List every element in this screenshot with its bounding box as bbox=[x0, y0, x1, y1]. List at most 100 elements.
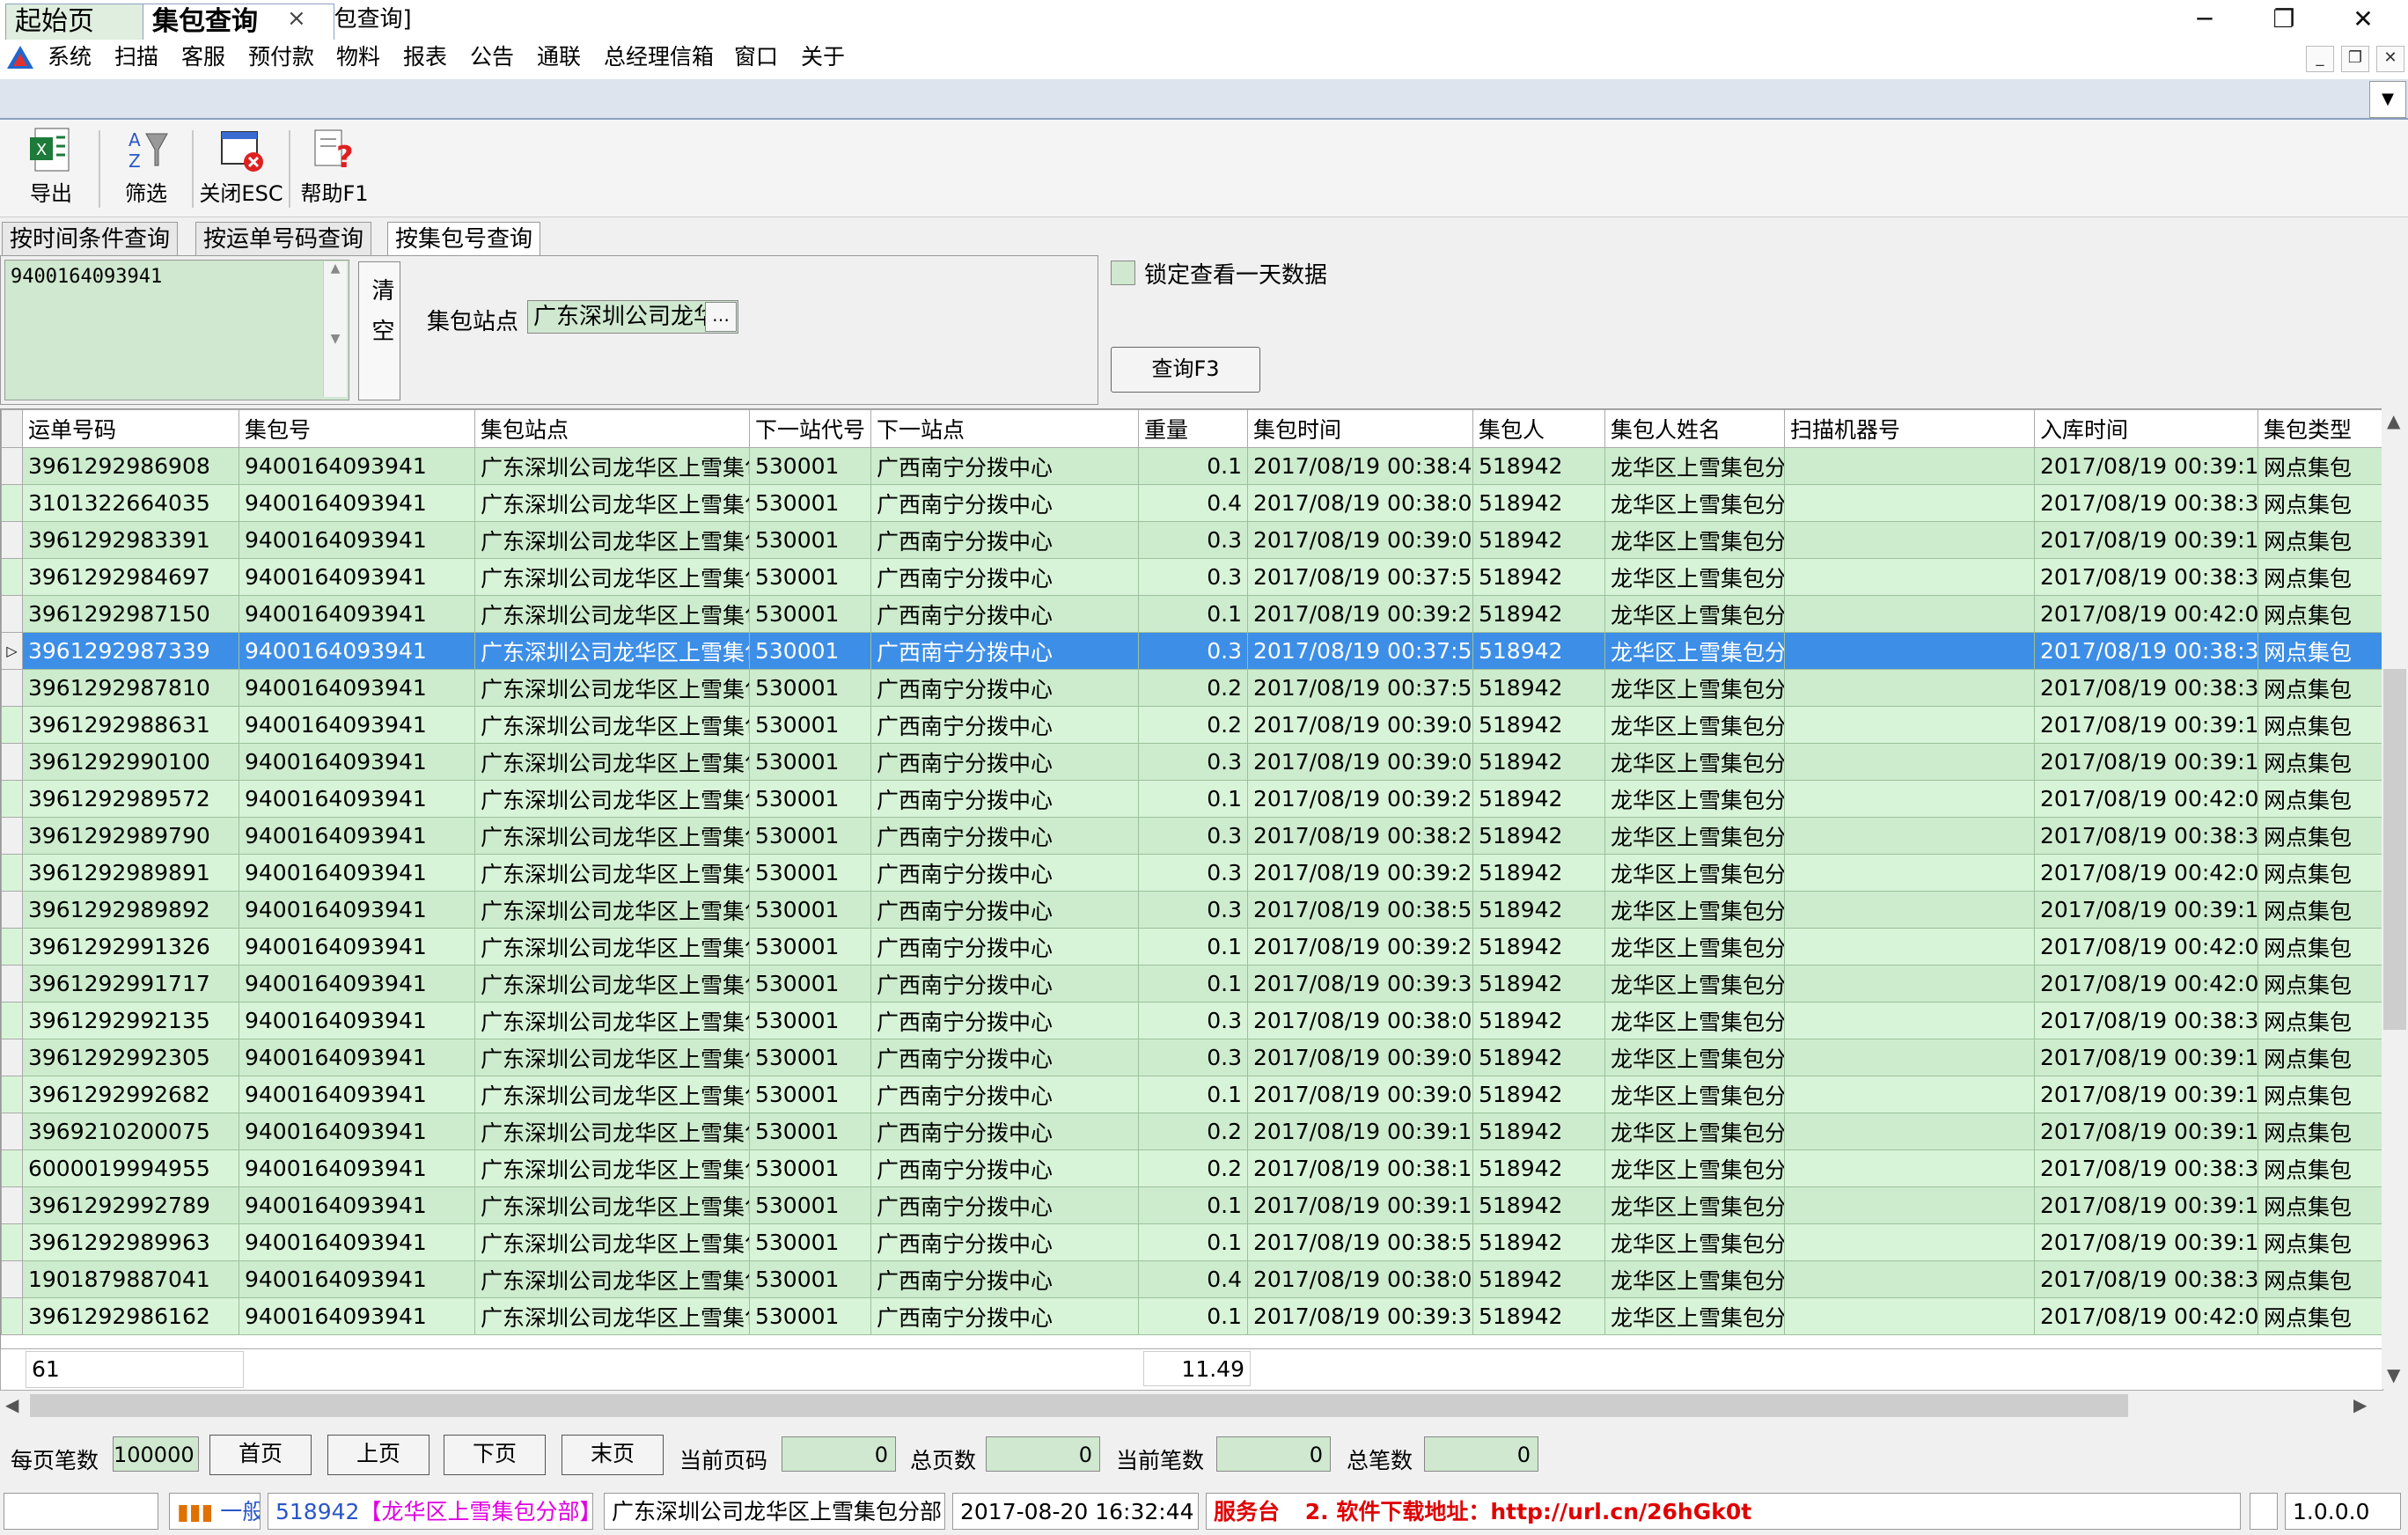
menu-reports[interactable]: 报表 bbox=[403, 39, 447, 79]
table-cell[interactable]: 3961292991717 bbox=[22, 965, 239, 1003]
table-cell[interactable]: 2017/08/19 00:39:18 bbox=[2034, 1076, 2258, 1113]
table-cell[interactable]: 0.1 bbox=[1138, 447, 1248, 485]
tab-query-by-bundle[interactable]: 按集包号查询 bbox=[387, 222, 541, 256]
table-cell[interactable]: 518942 bbox=[1472, 484, 1605, 522]
close-window-button[interactable]: ✕ bbox=[2324, 0, 2403, 39]
table-cell[interactable]: 530001 bbox=[749, 780, 871, 818]
menu-about[interactable]: 关于 bbox=[801, 39, 845, 79]
table-cell[interactable]: 518942 bbox=[1472, 1113, 1605, 1150]
table-cell[interactable]: 龙华区上雪集包分 bbox=[1604, 1149, 1785, 1187]
table-cell[interactable]: 0.3 bbox=[1138, 521, 1248, 559]
table-cell[interactable]: 2017/08/19 00:39:18 bbox=[2034, 1113, 2258, 1150]
tab-query-by-waybill[interactable]: 按运单号码查询 bbox=[195, 222, 372, 256]
table-row[interactable]: 3961292989790 9400164093941 广东深圳公司龙华区上雪集包 5… bbox=[1, 817, 2382, 855]
table-cell[interactable]: 0.1 bbox=[1138, 1297, 1248, 1335]
table-cell[interactable]: 6000019994955 bbox=[22, 1149, 239, 1187]
table-cell[interactable]: 2017/08/19 00:39:15 bbox=[1247, 1113, 1473, 1150]
table-cell[interactable]: 518942 bbox=[1472, 965, 1605, 1003]
table-cell[interactable]: 2017/08/19 00:38:20 bbox=[1247, 817, 1473, 855]
table-cell[interactable] bbox=[1784, 854, 2035, 892]
table-cell[interactable]: 9400164093941 bbox=[239, 669, 475, 707]
table-cell[interactable]: 530001 bbox=[749, 817, 871, 855]
table-cell[interactable]: 2017/08/19 00:39:27 bbox=[1247, 928, 1473, 966]
column-header[interactable]: 集包号 bbox=[239, 409, 475, 448]
row-indicator[interactable] bbox=[1, 558, 23, 596]
table-cell[interactable]: 广东深圳公司龙华区上雪集包 bbox=[474, 817, 750, 855]
table-cell[interactable]: 518942 bbox=[1472, 854, 1605, 892]
table-cell[interactable]: 3961292989892 bbox=[22, 891, 239, 929]
table-cell[interactable]: 广西南宁分拨中心 bbox=[870, 595, 1139, 633]
row-indicator[interactable] bbox=[1, 965, 23, 1003]
table-cell[interactable]: 广西南宁分拨中心 bbox=[870, 1113, 1139, 1150]
table-row[interactable]: 3961292983391 9400164093941 广东深圳公司龙华区上雪集包 5… bbox=[1, 521, 2382, 559]
table-cell[interactable]: 9400164093941 bbox=[239, 1039, 475, 1076]
table-cell[interactable]: 广西南宁分拨中心 bbox=[870, 1149, 1139, 1187]
table-cell[interactable]: 广西南宁分拨中心 bbox=[870, 558, 1139, 596]
table-cell[interactable]: 广西南宁分拨中心 bbox=[870, 1076, 1139, 1113]
table-cell[interactable]: 广东深圳公司龙华区上雪集包 bbox=[474, 1297, 750, 1335]
table-cell[interactable]: 530001 bbox=[749, 1076, 871, 1113]
table-row[interactable]: 3961292990100 9400164093941 广东深圳公司龙华区上雪集包 5… bbox=[1, 743, 2382, 781]
table-cell[interactable]: 广西南宁分拨中心 bbox=[870, 632, 1139, 670]
menu-gm-mailbox[interactable]: 总经理信箱 bbox=[604, 39, 714, 79]
table-cell[interactable] bbox=[1784, 1186, 2035, 1224]
row-indicator[interactable] bbox=[1, 1002, 23, 1039]
table-cell[interactable]: 网点集包 bbox=[2258, 780, 2382, 818]
table-cell[interactable]: 0.1 bbox=[1138, 780, 1248, 818]
table-cell[interactable]: 2017/08/19 00:39:18 bbox=[2034, 1223, 2258, 1261]
table-cell[interactable]: 518942 bbox=[1472, 817, 1605, 855]
table-cell[interactable]: 广西南宁分拨中心 bbox=[870, 1260, 1139, 1298]
row-indicator[interactable] bbox=[1, 521, 23, 559]
table-cell[interactable] bbox=[1784, 928, 2035, 966]
table-cell[interactable]: 广西南宁分拨中心 bbox=[870, 928, 1139, 966]
table-cell[interactable]: 530001 bbox=[749, 891, 871, 929]
table-cell[interactable]: 9400164093941 bbox=[239, 1223, 475, 1261]
table-cell[interactable]: 广西南宁分拨中心 bbox=[870, 817, 1139, 855]
minimize-button[interactable]: ─ bbox=[2165, 0, 2244, 39]
table-cell[interactable]: 广西南宁分拨中心 bbox=[870, 669, 1139, 707]
table-cell[interactable]: 广东深圳公司龙华区上雪集包 bbox=[474, 1186, 750, 1224]
table-cell[interactable]: 0.3 bbox=[1138, 558, 1248, 596]
filter-button[interactable]: A Z 筛选 bbox=[107, 125, 185, 213]
table-row[interactable]: 3961292989892 9400164093941 广东深圳公司龙华区上雪集包 5… bbox=[1, 891, 2382, 929]
table-cell[interactable]: 0.3 bbox=[1138, 817, 1248, 855]
table-row[interactable]: 3961292989891 9400164093941 广东深圳公司龙华区上雪集包 5… bbox=[1, 854, 2382, 892]
lock-one-day-checkbox[interactable] bbox=[1111, 261, 1135, 285]
table-cell[interactable]: 广西南宁分拨中心 bbox=[870, 1297, 1139, 1335]
table-row[interactable]: 3961292988631 9400164093941 广东深圳公司龙华区上雪集包 5… bbox=[1, 706, 2382, 744]
table-cell[interactable]: 0.3 bbox=[1138, 1039, 1248, 1076]
table-cell[interactable] bbox=[1784, 1039, 2035, 1076]
table-cell[interactable]: 2017/08/19 00:38:00 bbox=[1247, 484, 1473, 522]
table-row[interactable]: 3961292991717 9400164093941 广东深圳公司龙华区上雪集包 5… bbox=[1, 965, 2382, 1003]
table-cell[interactable]: 网点集包 bbox=[2258, 854, 2382, 892]
table-cell[interactable]: 2017/08/19 00:37:59 bbox=[1247, 669, 1473, 707]
table-cell[interactable]: 龙华区上雪集包分 bbox=[1604, 1113, 1785, 1150]
table-row[interactable]: 3961292992135 9400164093941 广东深圳公司龙华区上雪集包 5… bbox=[1, 1002, 2382, 1039]
table-cell[interactable] bbox=[1784, 1260, 2035, 1298]
table-cell[interactable]: 2017/08/19 00:39:18 bbox=[2034, 891, 2258, 929]
table-cell[interactable]: 2017/08/19 00:39:18 bbox=[2034, 1039, 2258, 1076]
table-cell[interactable]: 广西南宁分拨中心 bbox=[870, 780, 1139, 818]
table-cell[interactable]: 广东深圳公司龙华区上雪集包 bbox=[474, 447, 750, 485]
table-cell[interactable]: 518942 bbox=[1472, 1297, 1605, 1335]
table-cell[interactable]: 2017/08/19 00:38:33 bbox=[2034, 1149, 2258, 1187]
table-cell[interactable]: 2017/08/19 00:39:21 bbox=[1247, 780, 1473, 818]
table-cell[interactable]: 518942 bbox=[1472, 1223, 1605, 1261]
table-cell[interactable]: 龙华区上雪集包分 bbox=[1604, 1039, 1785, 1076]
table-cell[interactable]: 龙华区上雪集包分 bbox=[1604, 780, 1785, 818]
table-cell[interactable]: 网点集包 bbox=[2258, 1186, 2382, 1224]
download-link[interactable]: 2. 软件下载地址：http://url.cn/26hGk0t bbox=[1305, 1499, 1751, 1524]
table-cell[interactable]: 广西南宁分拨中心 bbox=[870, 1223, 1139, 1261]
table-row[interactable]: 3961292986162 9400164093941 广东深圳公司龙华区上雪集包 5… bbox=[1, 1297, 2382, 1335]
table-cell[interactable]: 530001 bbox=[749, 1260, 871, 1298]
tab-list-dropdown-icon[interactable]: ▼ bbox=[2369, 81, 2406, 118]
menu-service[interactable]: 客服 bbox=[181, 39, 225, 79]
menu-materials[interactable]: 物料 bbox=[336, 39, 380, 79]
table-cell[interactable]: 广东深圳公司龙华区上雪集包 bbox=[474, 965, 750, 1003]
column-header[interactable]: 集包时间 bbox=[1247, 409, 1473, 448]
table-cell[interactable]: 网点集包 bbox=[2258, 1260, 2382, 1298]
first-page-button[interactable]: 首页 bbox=[209, 1435, 312, 1475]
table-cell[interactable] bbox=[1784, 1297, 2035, 1335]
table-cell[interactable] bbox=[1784, 595, 2035, 633]
table-cell[interactable]: 0.3 bbox=[1138, 743, 1248, 781]
